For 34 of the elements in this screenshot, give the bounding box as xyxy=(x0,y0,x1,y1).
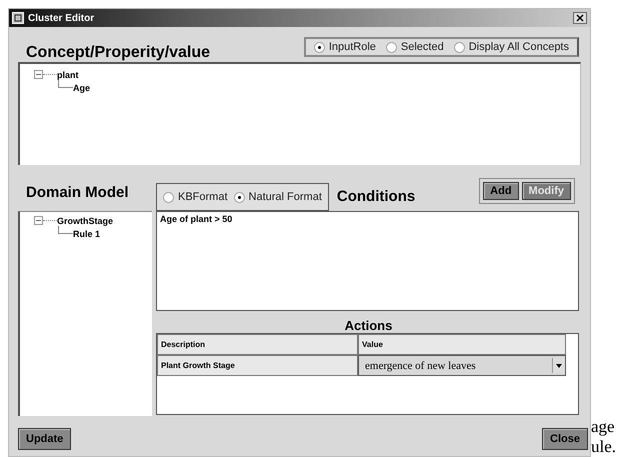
radio-button[interactable] xyxy=(454,42,465,52)
add-button[interactable]: Add xyxy=(483,182,519,200)
radio-button[interactable] xyxy=(163,192,174,202)
conditions-text-area[interactable]: Age of plant > 50 xyxy=(156,211,579,311)
value-dropdown[interactable]: emergence of new leaves xyxy=(358,355,566,376)
collapse-icon[interactable] xyxy=(34,70,43,79)
background-text: ule. xyxy=(591,437,616,457)
table-cell: Plant Growth Stage xyxy=(157,355,358,376)
radio-button[interactable] xyxy=(314,42,325,52)
section-heading: Concept/Properity/value xyxy=(25,44,210,62)
window-icon xyxy=(12,12,24,24)
close-button[interactable]: Close xyxy=(542,428,588,450)
radio-label[interactable]: Natural Format xyxy=(248,191,322,203)
tree-item[interactable]: GrowthStage xyxy=(57,216,114,226)
section-heading: Actions xyxy=(344,318,392,333)
column-header: Description xyxy=(157,334,358,355)
tree-item[interactable]: plant xyxy=(57,70,78,80)
window-title: Cluster Editor xyxy=(28,12,96,24)
tree-item[interactable]: Rule 1 xyxy=(73,228,100,238)
radio-button[interactable] xyxy=(234,192,245,202)
radio-label[interactable]: Display All Concepts xyxy=(468,41,569,53)
radio-label[interactable]: KBFormat xyxy=(178,191,228,203)
update-button[interactable]: Update xyxy=(18,428,72,450)
close-icon[interactable] xyxy=(573,12,587,24)
tree-item[interactable]: Age xyxy=(73,82,90,92)
column-header: Value xyxy=(358,334,566,355)
dropdown-arrow-icon xyxy=(556,364,562,368)
section-heading: Domain Model xyxy=(25,182,130,202)
radio-label[interactable]: Selected xyxy=(400,41,444,53)
background-text: age xyxy=(591,417,616,437)
collapse-icon[interactable] xyxy=(34,216,43,225)
section-heading: Conditions xyxy=(336,188,416,205)
radio-label[interactable]: InputRole xyxy=(328,41,376,53)
radio-button[interactable] xyxy=(386,42,397,52)
